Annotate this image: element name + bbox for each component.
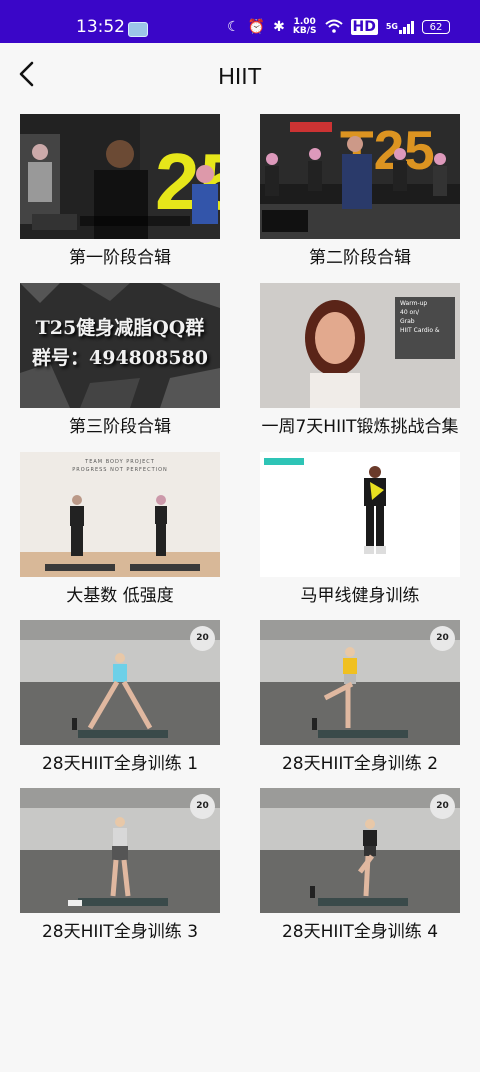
video-card[interactable]: 20 28天HIIT全身训练 1 <box>20 620 220 775</box>
video-card[interactable]: 25 第一阶段合辑 <box>20 114 220 269</box>
alarm-icon: ⏰ <box>247 19 266 35</box>
video-title: 28天HIIT全身训练 4 <box>281 922 439 942</box>
bluetooth-icon: ✱ <box>273 19 285 35</box>
video-thumbnail: Warm-up 40 on/ Grab HIIT Cardio & <box>260 283 460 408</box>
page-title: HIIT <box>218 63 262 89</box>
video-thumbnail: 20 <box>20 788 220 913</box>
hd-icon: HD <box>350 19 378 35</box>
video-card[interactable]: 马甲线健身训练 <box>260 452 460 607</box>
moon-icon: ☾ <box>227 19 240 35</box>
video-thumbnail: 20 <box>260 788 460 913</box>
video-title: 一周7天HIIT锻炼挑战合集 <box>261 417 459 437</box>
video-title: 第一阶段合辑 <box>69 248 171 268</box>
thumbnail-brand-text: TEAM BODY PROJECT PROGRESS NOT PERFECTIO… <box>72 459 168 473</box>
video-card[interactable]: 20 28天HIIT全身训练 4 <box>260 788 460 943</box>
day-badge: 20 <box>190 794 215 819</box>
video-thumbnail: 20 <box>260 620 460 745</box>
video-title: 第三阶段合辑 <box>69 417 171 437</box>
video-thumbnail <box>260 452 460 577</box>
video-card[interactable]: 20 28天HIIT全身训练 3 <box>20 788 220 943</box>
video-card[interactable]: T25健身减脂QQ群 群号：494808580 第三阶段合辑 <box>20 283 220 438</box>
day-badge: 20 <box>430 626 455 651</box>
status-icons: ☾ ⏰ ✱ 1.00 KB/S HD 5G 62 <box>227 16 450 38</box>
video-title: 28天HIIT全身训练 2 <box>281 754 439 774</box>
video-title: 28天HIIT全身训练 1 <box>41 754 199 774</box>
signal-icon: 5G <box>386 20 414 34</box>
day-badge: 20 <box>190 626 215 651</box>
status-time: 13:52 <box>76 17 125 37</box>
app-bar: HIIT <box>0 43 480 109</box>
network-speed: 1.00 KB/S <box>292 17 317 36</box>
video-title: 28天HIIT全身训练 3 <box>41 922 199 942</box>
video-thumbnail: T25健身减脂QQ群 群号：494808580 <box>20 283 220 408</box>
battery-icon: 62 <box>422 20 450 34</box>
video-title: 大基数 低强度 <box>66 586 174 606</box>
video-card[interactable]: Warm-up 40 on/ Grab HIIT Cardio & 一周7天HI… <box>260 283 460 438</box>
video-title: 第二阶段合辑 <box>309 248 411 268</box>
app-notification-icon <box>128 22 148 37</box>
video-thumbnail: 20 <box>20 620 220 745</box>
status-bar: 13:52 ☾ ⏰ ✱ 1.00 KB/S HD 5G 62 <box>0 0 480 43</box>
wifi-icon <box>324 19 343 36</box>
video-card[interactable]: 20 28天HIIT全身训练 2 <box>260 620 460 775</box>
video-title: 马甲线健身训练 <box>300 586 420 606</box>
video-thumbnail: TEAM BODY PROJECT PROGRESS NOT PERFECTIO… <box>20 452 220 577</box>
video-thumbnail: T25 <box>260 114 460 239</box>
thumbnail-overlay-text: T25健身减脂QQ群 群号：494808580 <box>32 317 208 369</box>
video-thumbnail: 25 <box>20 114 220 239</box>
video-card[interactable]: T25 第二阶段合辑 <box>260 114 460 269</box>
video-card[interactable]: TEAM BODY PROJECT PROGRESS NOT PERFECTIO… <box>20 452 220 607</box>
day-badge: 20 <box>430 794 455 819</box>
thumbnail-checklist: Warm-up 40 on/ Grab HIIT Cardio & <box>400 300 440 334</box>
